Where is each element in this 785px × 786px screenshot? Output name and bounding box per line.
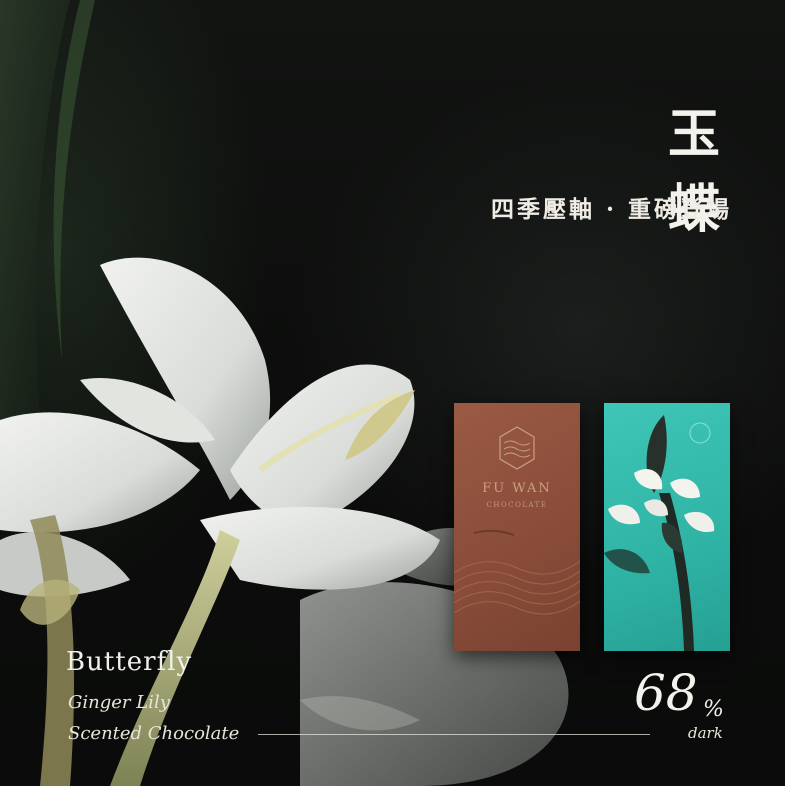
dark-label: dark bbox=[688, 724, 723, 742]
divider-line bbox=[258, 734, 650, 735]
teal-chocolate-package bbox=[604, 403, 730, 651]
ginger-lily-illustration-icon bbox=[604, 415, 715, 651]
brand-name: FU WAN bbox=[482, 481, 552, 496]
brown-chocolate-package: FU WAN CHOCOLATE bbox=[454, 403, 580, 651]
leaf-shape bbox=[53, 0, 95, 360]
percent-sign: % bbox=[703, 697, 724, 722]
product-name: Butterfly bbox=[66, 647, 193, 677]
product-description-line2: Scented Chocolate bbox=[68, 723, 240, 744]
product-description-line1: Ginger Lily bbox=[68, 692, 170, 713]
page-subtitle: 四季壓軸 · 重磅登場 bbox=[490, 196, 732, 223]
cocoa-percent-value: 68 bbox=[634, 664, 698, 722]
brand-subtitle: CHOCOLATE bbox=[486, 501, 548, 509]
hexagon-wave-logo-icon bbox=[454, 426, 580, 615]
